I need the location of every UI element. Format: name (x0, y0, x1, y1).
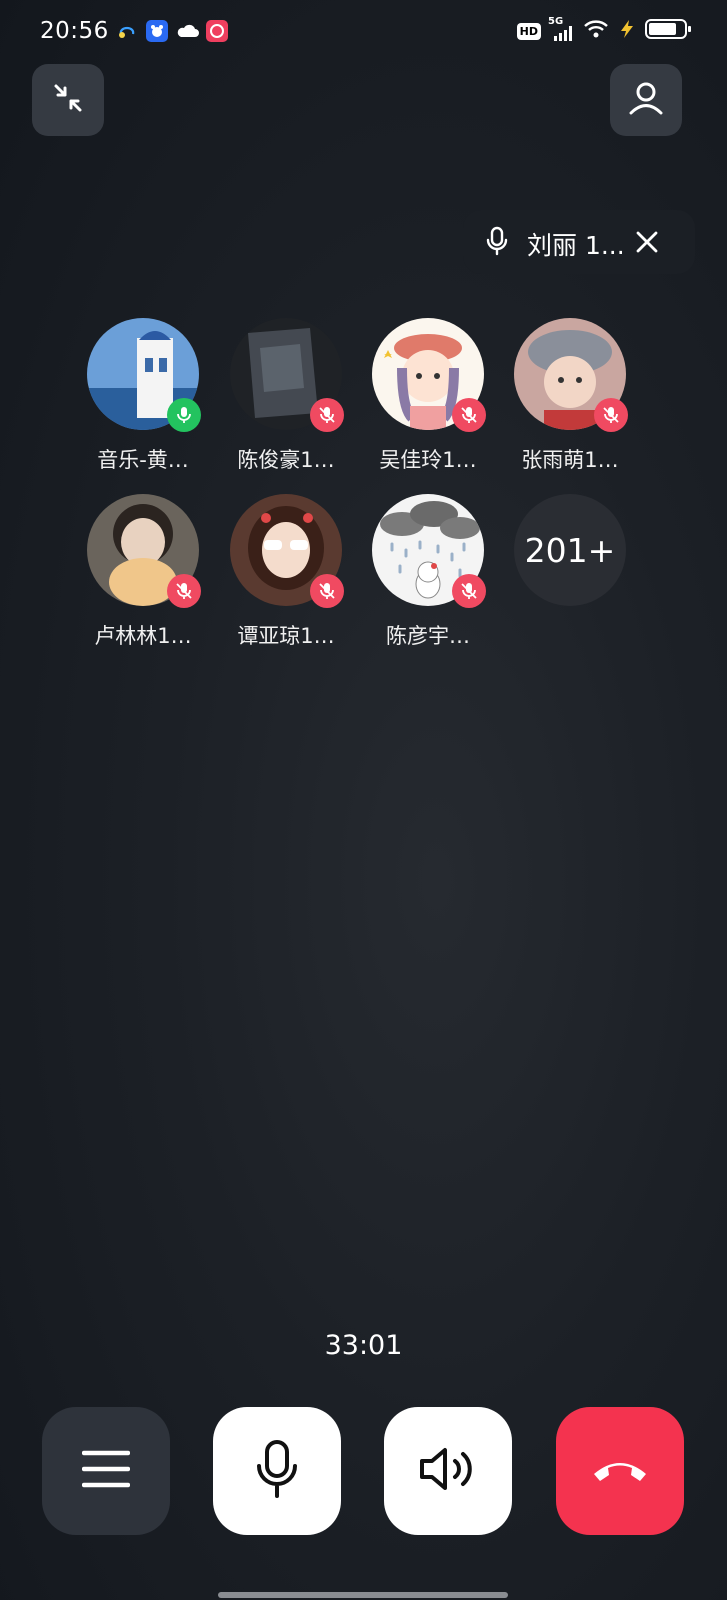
mic-on-icon (167, 398, 201, 432)
mic-muted-icon (310, 574, 344, 608)
mute-button[interactable] (213, 1407, 341, 1535)
current-speaker-pill[interactable]: 刘丽 1... (463, 210, 695, 274)
home-indicator[interactable] (218, 1592, 508, 1598)
hangup-button[interactable] (556, 1407, 684, 1535)
more-count: 201+ (514, 494, 626, 606)
hangup-phone-icon (590, 1454, 650, 1488)
member-name: 张雨萌1… (521, 448, 619, 472)
status-indicators: HD 5G (516, 16, 693, 44)
baidu-app-icon (146, 20, 168, 42)
member-name: 音乐-黄… (97, 448, 189, 472)
avatar (87, 494, 201, 608)
member-name: 陈俊豪1… (237, 448, 335, 472)
speaker-button[interactable] (384, 1407, 512, 1535)
member-item[interactable]: 谭亚琼1… (221, 494, 351, 650)
status-time: 20:56 (40, 18, 109, 44)
more-members-button[interactable]: 201+ (505, 494, 635, 606)
avatar (230, 318, 344, 432)
person-icon (626, 78, 666, 122)
menu-button[interactable] (42, 1407, 170, 1535)
avatar (514, 318, 628, 432)
member-item[interactable]: 音乐-黄… (78, 318, 208, 474)
avatar (372, 318, 486, 432)
wifi-icon (583, 19, 609, 43)
member-item[interactable]: 陈俊豪1… (221, 318, 351, 474)
participants-button[interactable] (610, 64, 682, 136)
avatar (87, 318, 201, 432)
member-item[interactable]: 张雨萌1… (505, 318, 635, 474)
status-app-icons (116, 20, 228, 42)
charging-icon (616, 18, 638, 44)
member-name: 吴佳玲1… (379, 448, 477, 472)
signal-icon: 5G (548, 16, 576, 42)
red-app-icon (206, 20, 228, 42)
mic-muted-icon (452, 574, 486, 608)
call-timer: 33:01 (324, 1330, 403, 1361)
avatar (372, 494, 486, 608)
mic-muted-icon (594, 398, 628, 432)
close-icon[interactable] (635, 230, 659, 258)
member-name: 卢林林1… (94, 624, 192, 648)
status-bar: 20:56 HD 5G (0, 0, 727, 66)
headphones-app-icon (116, 20, 138, 42)
battery-icon (645, 18, 693, 44)
member-item[interactable]: 卢林林1… (78, 494, 208, 650)
member-item[interactable]: 陈彦宇… (363, 494, 493, 650)
mic-muted-icon (167, 574, 201, 608)
microphone-icon (255, 1440, 299, 1502)
current-speaker-name: 刘丽 1... (527, 231, 625, 260)
speaker-icon (419, 1446, 477, 1496)
member-name: 谭亚琼1… (237, 624, 335, 648)
avatar (230, 494, 344, 608)
menu-icon (81, 1449, 131, 1493)
member-name: 陈彦宇… (386, 624, 470, 648)
minimize-arrows-icon (51, 81, 85, 119)
member-item[interactable]: 吴佳玲1… (363, 318, 493, 474)
hd-badge: HD (516, 22, 541, 40)
microphone-icon (485, 226, 509, 260)
mic-muted-icon (452, 398, 486, 432)
minimize-button[interactable] (32, 64, 104, 136)
weather-cloud-icon (176, 20, 199, 42)
mic-muted-icon (310, 398, 344, 432)
